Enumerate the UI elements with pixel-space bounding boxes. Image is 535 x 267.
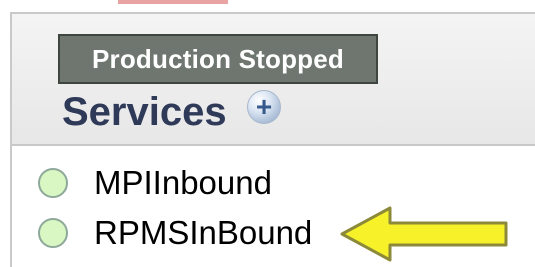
yellow-arrow-icon [340, 206, 508, 262]
top-strip [0, 0, 535, 12]
service-label[interactable]: RPMSInBound [94, 214, 312, 252]
production-status-badge: Production Stopped [58, 34, 378, 84]
status-dot-icon [38, 168, 68, 198]
screenshot-frame: Production Stopped Services + MPIInbound… [0, 0, 535, 267]
plus-icon[interactable]: + [247, 90, 281, 124]
status-dot-icon [38, 218, 68, 248]
top-red-mark [118, 0, 228, 4]
services-title: Services [62, 90, 227, 134]
service-row-mpiinbound[interactable]: MPIInbound [38, 164, 518, 202]
service-label[interactable]: MPIInbound [94, 164, 272, 202]
